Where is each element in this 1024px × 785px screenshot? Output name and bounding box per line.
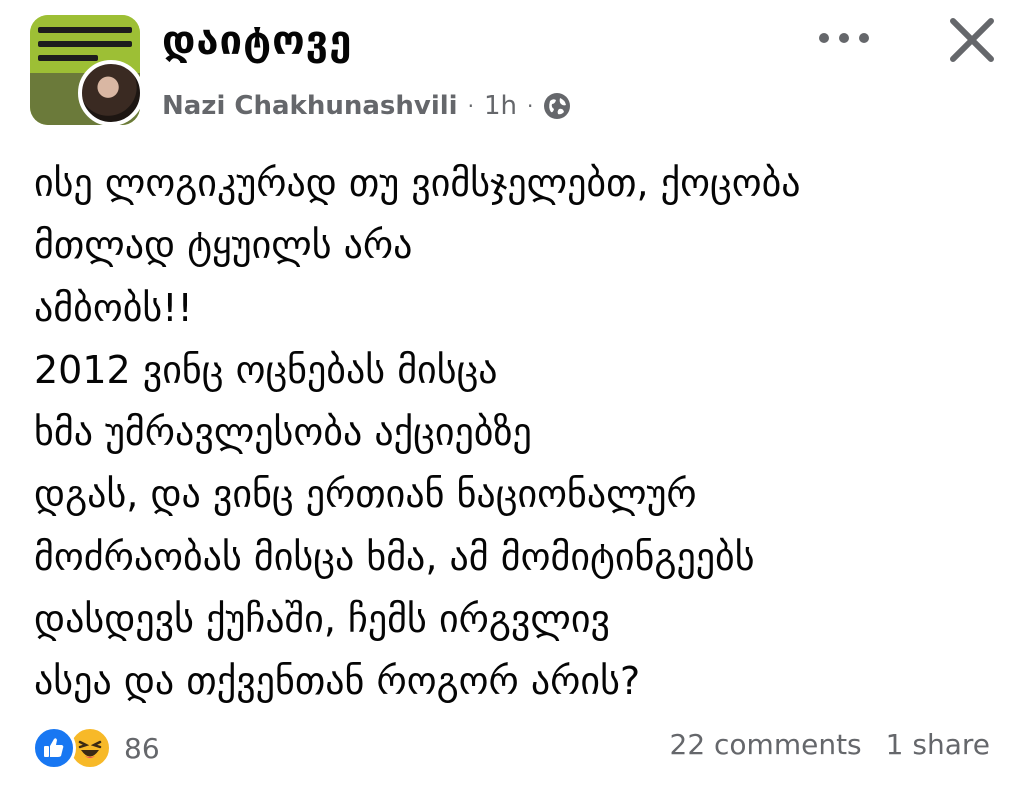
post-stats: 22 comments 1 share — [670, 728, 991, 761]
post-header: დაიტოვე Nazi Chakhunashvili · 1h · — [0, 0, 1024, 140]
meta-separator: · — [467, 94, 474, 118]
post-body-line: მოძრაობას მისცა ხმა, ამ მომიტინგეებს — [34, 534, 755, 579]
author-avatar[interactable] — [78, 60, 144, 126]
reaction-count: 86 — [124, 731, 160, 765]
post-body-line: ხმა უმრავლესობა აქციებზე — [34, 410, 532, 455]
group-avatar-text-bar — [38, 27, 132, 33]
post-body-line: მთლად ტყუილს არა — [34, 223, 413, 268]
close-icon — [950, 18, 994, 62]
post-body-line: 2012 ვინც ოცნებას მისცა — [34, 347, 498, 392]
reactions-summary[interactable]: 86 — [32, 724, 160, 772]
group-avatar-text-bar — [38, 55, 98, 61]
post-body-line: ისე ლოგიკურად თუ ვიმსჯელებთ, ქოცობა — [34, 161, 801, 205]
post-footer: 86 22 comments 1 share — [0, 720, 1024, 776]
author-name[interactable]: Nazi Chakhunashvili — [162, 91, 458, 121]
post-body-line: დასდევს ქუჩაში, ჩემს ირგვლივ — [34, 597, 611, 642]
like-icon — [32, 726, 76, 770]
meta-separator: · — [526, 94, 534, 118]
post-meta: Nazi Chakhunashvili · 1h · — [162, 88, 571, 124]
post-time[interactable]: 1h — [484, 91, 517, 121]
shares-count-link[interactable]: 1 share — [886, 728, 990, 761]
more-options-button[interactable] — [812, 18, 876, 58]
post-body-line: დგას, და ვინც ერთიან ნაციონალურ — [34, 472, 697, 517]
globe-icon[interactable] — [543, 92, 571, 120]
post-body-line: ასეა და თქვენთან როგორ არის? — [34, 659, 641, 704]
group-avatar-text-bar — [38, 41, 132, 47]
post-body-line: ამბობს!! — [34, 285, 193, 330]
group-name[interactable]: დაიტოვე — [162, 18, 352, 64]
post-body: ისე ლოგიკურად თუ ვიმსჯელებთ, ქოცობა მთლა… — [34, 152, 994, 713]
comments-count-link[interactable]: 22 comments — [670, 728, 862, 761]
more-horizontal-icon — [819, 33, 869, 43]
close-button[interactable] — [940, 10, 1004, 70]
